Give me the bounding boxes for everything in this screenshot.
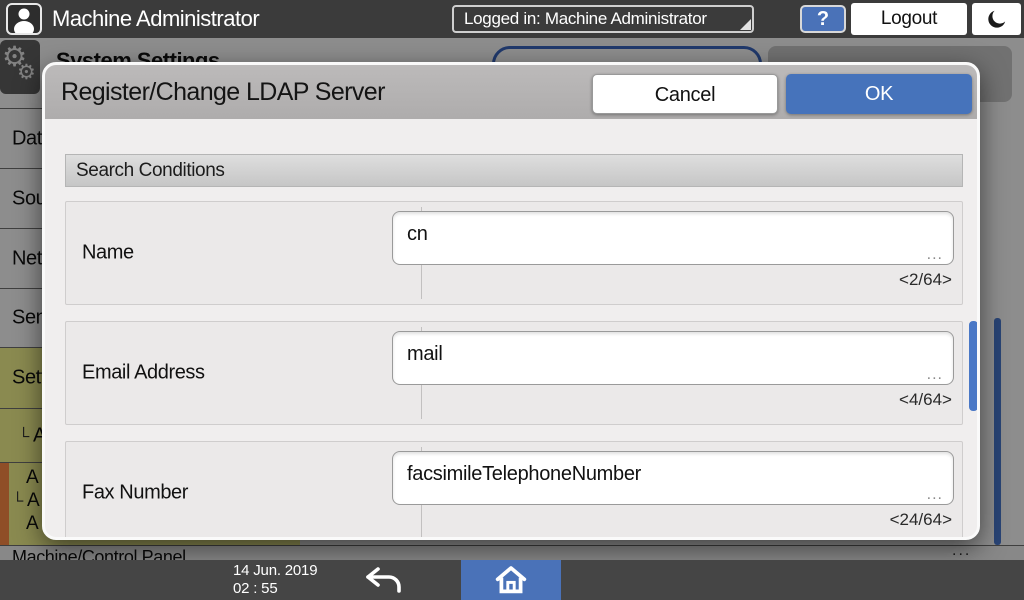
input-value: cn [407, 223, 428, 245]
field-label: Fax Number [82, 481, 189, 504]
ellipsis-icon: ... [926, 366, 943, 383]
ellipsis-icon: ... [926, 246, 943, 263]
machine-admin-screen: System Settings ⚙ ⚙ Dat Sou Net Sen Sett… [0, 0, 1024, 600]
date-label: 14 Jun. 2019 [233, 562, 318, 579]
char-counter: <24/64> [889, 510, 952, 529]
dialog-title: Register/Change LDAP Server [61, 78, 385, 106]
user-icon [14, 8, 34, 33]
dialog-header: Register/Change LDAP Server Cancel OK [45, 65, 977, 119]
back-button[interactable] [352, 560, 416, 600]
moon-icon [987, 10, 1005, 28]
back-arrow-icon [366, 567, 401, 593]
home-button[interactable] [461, 560, 561, 600]
logout-button[interactable]: Logout [851, 3, 967, 35]
field-row-name: Name cn ... <2/64> [65, 201, 963, 305]
char-counter: <2/64> [899, 270, 952, 289]
help-button[interactable]: ? [800, 5, 846, 33]
input-value: mail [407, 343, 443, 365]
fax-number-input[interactable]: facsimileTelephoneNumber ... [392, 451, 954, 505]
user-account-button[interactable] [6, 3, 42, 35]
email-address-input[interactable]: mail ... [392, 331, 954, 385]
input-value: facsimileTelephoneNumber [407, 463, 642, 485]
dropdown-corner-icon [740, 19, 751, 30]
dialog-scrollbar-thumb[interactable] [969, 321, 977, 411]
field-row-email: Email Address mail ... <4/64> [65, 321, 963, 425]
ok-button[interactable]: OK [786, 74, 972, 114]
field-row-fax: Fax Number facsimileTelephoneNumber ... … [65, 441, 963, 537]
date-time-display: 14 Jun. 2019 02 : 55 [233, 562, 318, 598]
section-header-search-conditions: Search Conditions [65, 154, 963, 187]
name-input[interactable]: cn ... [392, 211, 954, 265]
field-label: Name [82, 241, 134, 264]
field-label: Email Address [82, 361, 205, 384]
home-icon [495, 566, 527, 594]
bottom-nav-bar: 14 Jun. 2019 02 : 55 [0, 560, 1024, 600]
char-counter: <4/64> [899, 390, 952, 409]
cancel-button[interactable]: Cancel [592, 74, 778, 114]
login-status-dropdown[interactable]: Logged in: Machine Administrator [452, 5, 754, 33]
time-label: 02 : 55 [233, 580, 278, 597]
sleep-mode-button[interactable] [972, 3, 1021, 35]
ldap-server-dialog: Register/Change LDAP Server Cancel OK Se… [42, 62, 980, 540]
page-title: Machine Administrator [52, 6, 260, 31]
top-bar: Machine Administrator Logged in: Machine… [0, 0, 1024, 38]
ellipsis-icon: ... [926, 486, 943, 503]
